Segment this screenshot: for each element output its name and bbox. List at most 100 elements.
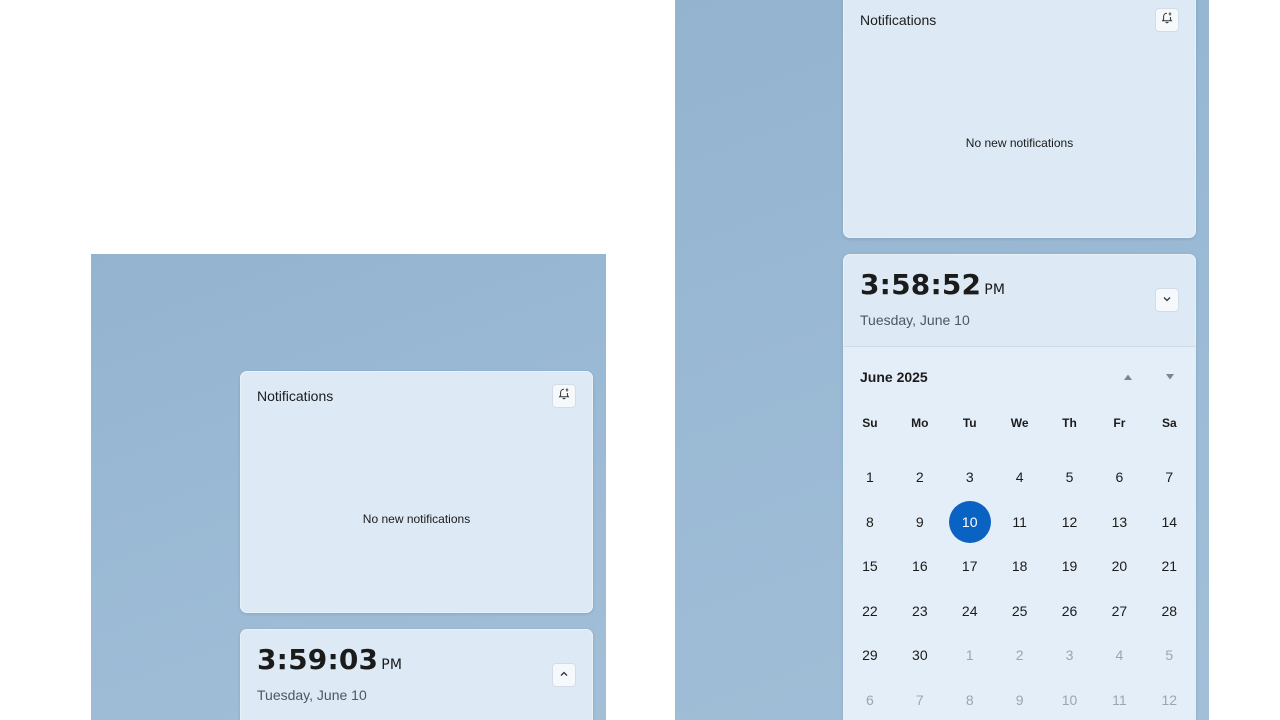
calendar-day-number: 15 — [862, 558, 878, 575]
desktop-wallpaper-right: Notifications No new notifications 3:58:… — [675, 0, 1209, 720]
calendar-day[interactable]: 19 — [1045, 544, 1095, 589]
calendar-day-number: 24 — [961, 602, 978, 619]
calendar-day[interactable]: 6 — [845, 678, 895, 720]
notification-center-panel: Notifications No new notifications — [240, 371, 593, 613]
calendar-day[interactable]: 17 — [945, 544, 995, 589]
calendar-day[interactable]: 18 — [995, 544, 1045, 589]
calendar-day[interactable]: 28 — [1144, 589, 1194, 634]
no-notifications-text: No new notifications — [965, 136, 1074, 150]
calendar-day[interactable]: 15 — [845, 544, 895, 589]
calendar-day[interactable]: 7 — [1144, 455, 1194, 500]
calendar-day-number: 7 — [915, 691, 924, 708]
calendar-day[interactable]: 9 — [895, 500, 945, 545]
calendar-day[interactable]: 13 — [1094, 500, 1144, 545]
calendar-day[interactable]: 2 — [895, 455, 945, 500]
clock-time: 3:59:03 PM — [257, 643, 402, 676]
calendar-day-number: 6 — [1115, 469, 1124, 486]
calendar-day[interactable]: 12 — [1045, 500, 1095, 545]
calendar-day[interactable]: 11 — [1094, 678, 1144, 720]
calendar-day[interactable]: 22 — [845, 589, 895, 634]
calendar-day[interactable]: 16 — [895, 544, 945, 589]
chevron-up-icon — [559, 666, 569, 684]
calendar-day[interactable]: 9 — [995, 678, 1045, 720]
calendar-day-number: 29 — [862, 647, 878, 664]
calendar-day[interactable]: 20 — [1094, 544, 1144, 589]
calendar-day-number: 21 — [1161, 558, 1178, 575]
next-month-button[interactable] — [1160, 367, 1180, 387]
calendar-day[interactable]: 5 — [1045, 455, 1095, 500]
calendar-day[interactable]: 3 — [945, 455, 995, 500]
calendar-day[interactable]: 24 — [945, 589, 995, 634]
calendar-day-number: 2 — [1015, 647, 1024, 664]
calendar-day-number: 19 — [1061, 558, 1078, 575]
calendar-day[interactable]: 6 — [1094, 455, 1144, 500]
calendar-collapse-button[interactable] — [1155, 288, 1179, 312]
clock-date: Tuesday, June 10 — [257, 687, 367, 703]
calendar-day[interactable]: 23 — [895, 589, 945, 634]
calendar-day[interactable]: 3 — [1045, 633, 1095, 678]
notification-settings-button[interactable] — [552, 384, 576, 408]
calendar-day[interactable]: 26 — [1045, 589, 1095, 634]
calendar-day-number: 12 — [1161, 691, 1178, 708]
calendar-day[interactable]: 2 — [995, 633, 1045, 678]
previous-month-button[interactable] — [1118, 367, 1138, 387]
calendar-day-number: 10 — [1061, 691, 1078, 708]
calendar-day[interactable]: 4 — [995, 455, 1045, 500]
desktop-wallpaper-left: Notifications No new notifications 3:59:… — [91, 254, 606, 720]
calendar-day[interactable]: 4 — [1094, 633, 1144, 678]
clock-time: 3:58:52 PM — [860, 268, 1005, 301]
calendar-day[interactable]: 29 — [845, 633, 895, 678]
calendar-day-number: 7 — [1165, 469, 1174, 486]
notification-settings-button[interactable] — [1155, 8, 1179, 32]
calendar-day[interactable]: 7 — [895, 678, 945, 720]
clock-ampm: PM — [381, 657, 403, 673]
calendar-day-selected[interactable]: 10 — [945, 500, 995, 545]
calendar-day-number: 14 — [1161, 513, 1178, 530]
weekday-header: Th — [1062, 416, 1077, 430]
no-notifications-text: No new notifications — [362, 512, 471, 526]
weekday-header: Tu — [962, 416, 977, 430]
calendar-day-number: 1 — [866, 469, 874, 486]
calendar-day[interactable]: 30 — [895, 633, 945, 678]
calendar-day[interactable]: 11 — [995, 500, 1045, 545]
calendar-day[interactable]: 1 — [945, 633, 995, 678]
calendar-day-number: 17 — [961, 558, 978, 575]
calendar-day-number: 1 — [965, 647, 974, 664]
calendar-day[interactable]: 21 — [1144, 544, 1194, 589]
calendar-day-number: 25 — [1011, 602, 1028, 619]
clock-calendar-panel: 3:58:52 PM Tuesday, June 10 June 2025 Su M… — [843, 254, 1196, 720]
calendar-day[interactable]: 10 — [1045, 678, 1095, 720]
calendar-day-number: 30 — [912, 647, 928, 664]
calendar-day-number: 16 — [912, 558, 928, 575]
calendar-day-number: 5 — [1165, 647, 1174, 664]
calendar-day-number: 10 — [948, 500, 991, 543]
weekday-header: Sa — [1161, 416, 1177, 430]
calendar-month-label: June 2025 — [860, 369, 928, 385]
calendar-day[interactable]: 12 — [1144, 678, 1194, 720]
calendar-day-number: 3 — [965, 469, 974, 486]
calendar-day[interactable]: 8 — [845, 500, 895, 545]
calendar-day-number: 23 — [912, 602, 928, 619]
calendar-day-number: 9 — [1015, 691, 1024, 708]
notification-settings-icon — [1160, 11, 1174, 30]
calendar-day-number: 6 — [866, 691, 874, 708]
calendar-day-number: 2 — [915, 469, 924, 486]
clock-time-value: 3:59:03 — [257, 643, 379, 676]
calendar-day-number: 11 — [1112, 691, 1127, 708]
calendar-day[interactable]: 5 — [1144, 633, 1194, 678]
calendar-day[interactable]: 8 — [945, 678, 995, 720]
calendar-day-number: 28 — [1161, 602, 1178, 619]
calendar: June 2025 Su Mo Tu We Th Fr Sa 1 2 3 4 5 6 7 8 9 10 11 12 1… — [843, 346, 1196, 720]
calendar-day[interactable]: 25 — [995, 589, 1045, 634]
calendar-grid: Su Mo Tu We Th Fr Sa 1 2 3 4 5 6 7 8 9 10 11 12 13 14 15 16 17 1… — [845, 411, 1194, 720]
calendar-day-number: 11 — [1012, 513, 1027, 530]
calendar-expand-button[interactable] — [552, 663, 576, 687]
calendar-day-number: 3 — [1065, 647, 1074, 664]
calendar-day[interactable]: 27 — [1094, 589, 1144, 634]
calendar-day[interactable]: 14 — [1144, 500, 1194, 545]
notification-center-panel: Notifications No new notifications — [843, 0, 1196, 238]
calendar-day[interactable]: 1 — [845, 455, 895, 500]
calendar-day-number: 5 — [1065, 469, 1074, 486]
weekday-header: Mo — [911, 416, 929, 430]
calendar-day-number: 13 — [1111, 513, 1128, 530]
